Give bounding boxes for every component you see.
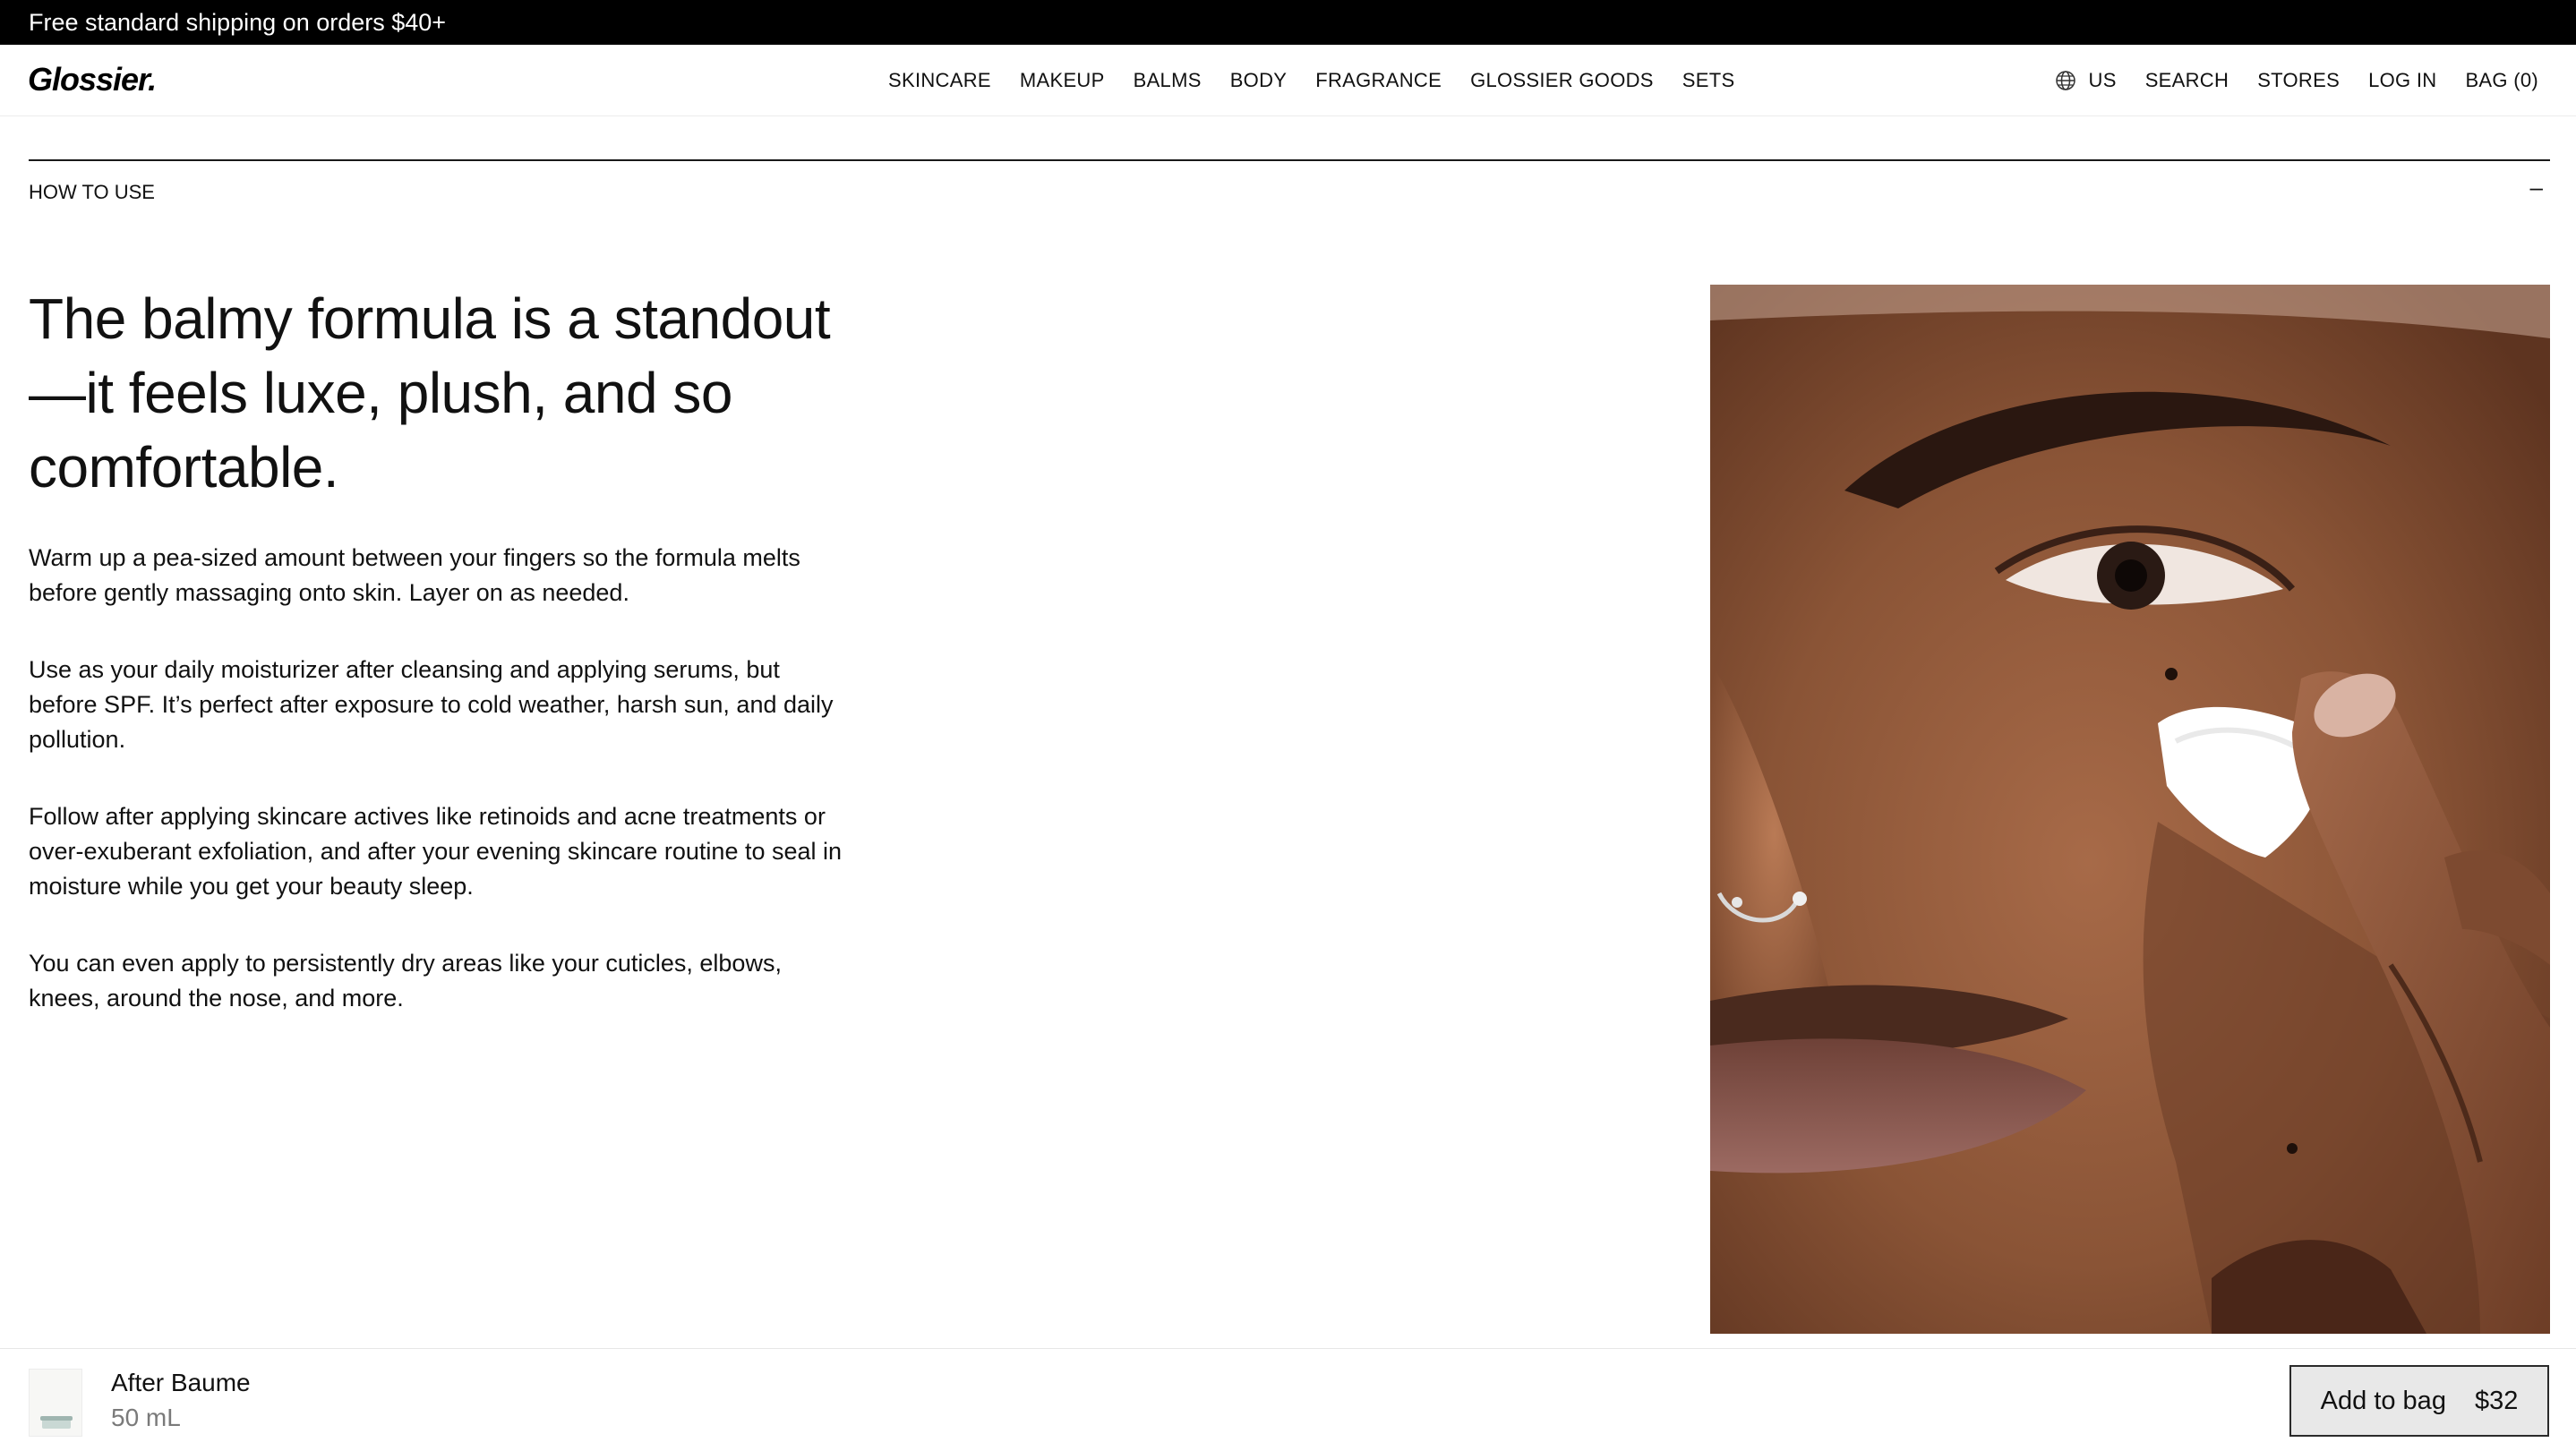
instruction-paragraph: Use as your daily moisturizer after clea… [29,656,834,753]
site-header: Glossier. SKINCARE MAKEUP BALMS BODY FRA… [0,45,2576,116]
nav-fragrance[interactable]: FRAGRANCE [1315,69,1442,92]
stores-link[interactable]: STORES [2257,69,2340,92]
nav-glossier-goods[interactable]: GLOSSIER GOODS [1470,69,1654,92]
instruction-paragraph: Follow after applying skincare actives l… [29,803,843,900]
product-jar-icon [30,1370,81,1436]
search-link[interactable]: SEARCH [2145,69,2229,92]
nav-body[interactable]: BODY [1230,69,1288,92]
collapse-icon[interactable]: – [2530,174,2543,201]
nav-skincare[interactable]: SKINCARE [888,69,991,92]
section-headline: The balmy formula is a standout—it feels… [29,286,831,499]
add-to-bag-button[interactable]: Add to bag $32 [2289,1365,2549,1437]
region-label: US [2088,69,2117,91]
sticky-add-to-bag-bar: After Baume 50 mL Add to bag $32 [0,1348,2576,1451]
instruction-paragraph: Warm up a pea-sized amount between your … [29,544,800,606]
utility-nav: US SEARCH STORES LOG IN BAG (0) [2055,45,2538,116]
accordion-title: HOW TO USE [29,181,155,203]
how-to-use-accordion-toggle[interactable]: HOW TO USE – [29,161,2550,224]
product-thumbnail [29,1369,82,1437]
instruction-paragraph: You can even apply to persistently dry a… [29,950,782,1011]
glossier-logo[interactable]: Glossier. [28,61,157,98]
add-to-bag-label: Add to bag [2320,1386,2446,1415]
bag-link[interactable]: BAG (0) [2465,69,2538,92]
price-label: $32 [2474,1386,2519,1415]
nav-balms[interactable]: BALMS [1134,69,1202,92]
globe-icon [2055,71,2075,90]
how-to-use-content: The balmy formula is a standout—it feels… [29,282,852,1016]
nav-makeup[interactable]: MAKEUP [1020,69,1105,92]
model-applying-balm-image [1710,285,2550,1334]
face-illustration [1710,285,2550,1334]
main-nav: SKINCARE MAKEUP BALMS BODY FRAGRANCE GLO… [888,45,1734,116]
product-name: After Baume [111,1369,251,1396]
promo-text: Free standard shipping on orders $40+ [29,9,447,36]
region-selector[interactable]: US [2055,69,2117,92]
product-size: 50 mL [111,1404,181,1431]
nav-sets[interactable]: SETS [1682,69,1735,92]
promo-banner: Free standard shipping on orders $40+ [0,0,2576,45]
login-link[interactable]: LOG IN [2368,69,2436,92]
